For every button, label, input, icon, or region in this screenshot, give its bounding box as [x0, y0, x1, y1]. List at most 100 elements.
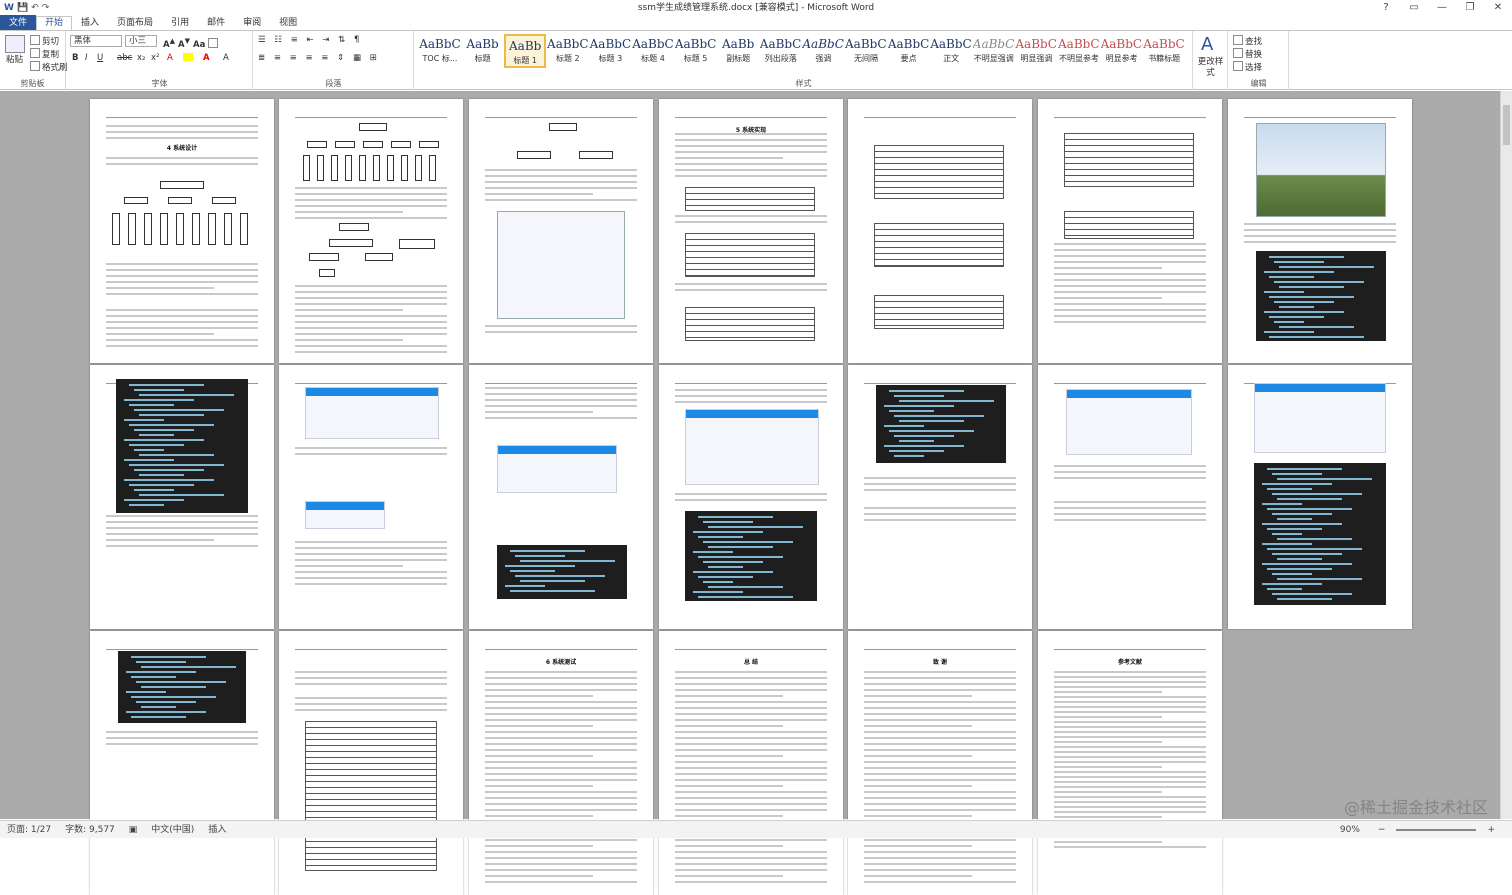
find-button[interactable]: 查找	[1233, 35, 1262, 48]
document-page[interactable]	[1038, 99, 1222, 363]
bold-button[interactable]: B	[72, 53, 78, 64]
text-line	[106, 515, 258, 517]
style-item[interactable]: AaBbCc 不明显参考	[1058, 34, 1100, 68]
document-page[interactable]: 参考文献	[1038, 631, 1222, 895]
proofing-icon[interactable]: ▣	[122, 821, 145, 839]
document-page[interactable]	[279, 365, 463, 629]
help-icon[interactable]: ?	[1372, 0, 1400, 16]
vertical-scrollbar[interactable]	[1500, 91, 1512, 819]
style-item[interactable]: AaBbC 标题 5	[675, 34, 717, 68]
style-item[interactable]: AaBbCc 明显强调	[1015, 34, 1057, 68]
document-page[interactable]	[90, 631, 274, 895]
code-line	[1277, 558, 1322, 560]
save-icon[interactable]: 💾	[17, 0, 28, 16]
change-styles-button[interactable]: 更改样式	[1194, 57, 1227, 79]
document-page[interactable]: 4 系统设计	[90, 99, 274, 363]
style-item[interactable]: AaBbCc 书籍标题	[1143, 34, 1185, 68]
page-header-line	[864, 117, 1016, 118]
zoom-in-button[interactable]: +	[1480, 821, 1502, 839]
document-page[interactable]	[279, 631, 463, 895]
font-color-button[interactable]: A	[203, 53, 210, 64]
text-line	[1244, 223, 1396, 225]
style-item[interactable]: AaBbC TOC 标...	[419, 34, 461, 68]
font-size-select[interactable]: 小三	[125, 35, 157, 47]
tab-view[interactable]: 视图	[270, 16, 306, 30]
zoom-slider[interactable]	[1396, 828, 1477, 831]
font-name-select[interactable]: 黑体	[70, 35, 122, 47]
document-page[interactable]: 致 谢	[848, 631, 1032, 895]
style-item[interactable]: AaBbCcI 不明显强调	[973, 34, 1015, 68]
close-button[interactable]: ✕	[1484, 0, 1512, 16]
document-area[interactable]: 4 系统设计 5 系统实现 6 系统测试 总 结 致 谢 参考文献	[0, 91, 1512, 895]
tab-home[interactable]: 开始	[36, 16, 73, 30]
tab-review[interactable]: 审阅	[234, 16, 270, 30]
style-item[interactable]: AaBb 副标题	[717, 34, 759, 68]
minimize-button[interactable]: —	[1428, 0, 1456, 16]
code-line	[1269, 276, 1314, 278]
style-item[interactable]: AaBbC 标题 3	[589, 34, 632, 68]
redo-icon[interactable]: ↷	[42, 0, 50, 16]
text-line	[864, 767, 1016, 769]
document-page[interactable]	[1228, 365, 1412, 629]
subscript-button[interactable]: x₂	[137, 53, 145, 64]
style-item[interactable]: AaBb 标题 1	[504, 34, 547, 68]
style-item[interactable]: AaBbCcI 正文	[930, 34, 972, 68]
document-page[interactable]	[1038, 365, 1222, 629]
paste-button[interactable]: 粘贴	[6, 55, 23, 66]
page-count[interactable]: 页面: 1/27	[0, 821, 58, 839]
copy-button[interactable]: 复制	[30, 48, 59, 61]
paste-icon[interactable]	[5, 35, 25, 53]
style-item[interactable]: AaBbC 要点	[888, 34, 930, 68]
highlight-button[interactable]	[183, 53, 193, 61]
grow-font-button[interactable]: A▲ A▼ Aa	[163, 35, 220, 51]
document-page[interactable]: 5 系统实现	[659, 99, 843, 363]
insert-mode[interactable]: 插入	[201, 821, 233, 839]
tab-page-layout[interactable]: 页面布局	[108, 16, 162, 30]
document-page[interactable]	[1228, 99, 1412, 363]
document-page[interactable]	[279, 99, 463, 363]
document-page[interactable]	[469, 365, 653, 629]
char-shading-button[interactable]: A	[223, 53, 229, 64]
superscript-button[interactable]: x²	[151, 53, 159, 64]
text-line	[1054, 519, 1206, 521]
style-item[interactable]: AaBbCcI 列出段落	[760, 34, 802, 68]
page-header-line	[675, 649, 827, 650]
style-item[interactable]: AaBbCcI 强调	[802, 34, 844, 68]
zoom-out-button[interactable]: −	[1371, 821, 1393, 839]
restore-button[interactable]: ❐	[1456, 0, 1484, 16]
language[interactable]: 中文(中国)	[144, 821, 201, 839]
select-button[interactable]: 选择	[1233, 61, 1262, 74]
format-painter-button[interactable]: 格式刷	[30, 61, 68, 74]
list-buttons[interactable]: ☰ ☷ ≡ ⇤ ⇥ ⇅ ¶	[258, 35, 362, 46]
style-item[interactable]: AaBbC 标题 4	[632, 34, 674, 68]
document-page[interactable]	[848, 365, 1032, 629]
tab-file[interactable]: 文件	[0, 15, 37, 30]
tab-mailings[interactable]: 邮件	[198, 16, 234, 30]
document-page[interactable]	[659, 365, 843, 629]
underline-button[interactable]: U	[97, 53, 103, 64]
scrollbar-thumb[interactable]	[1503, 105, 1510, 145]
text-effect-button[interactable]: A	[167, 53, 173, 64]
style-item[interactable]: AaBbCc 明显参考	[1101, 34, 1143, 68]
strikethrough-button[interactable]: abc	[117, 53, 132, 64]
clear-format-icon	[208, 37, 219, 48]
undo-icon[interactable]: ↶	[31, 0, 39, 16]
document-page[interactable]	[90, 365, 274, 629]
style-item[interactable]: AaBbC 标题 2	[547, 34, 589, 68]
tab-references[interactable]: 引用	[162, 16, 198, 30]
replace-button[interactable]: 替换	[1233, 48, 1262, 61]
align-buttons[interactable]: ≣ ≡ ≡ ≡ ≡ ⇕ ▦ ⊞	[258, 53, 380, 64]
style-item[interactable]: AaBbCcI 无间隔	[845, 34, 887, 68]
document-page[interactable]	[469, 99, 653, 363]
ribbon-display-icon[interactable]: ▭	[1400, 0, 1428, 16]
style-item[interactable]: AaBb 标题	[462, 34, 504, 68]
document-page[interactable]: 总 结	[659, 631, 843, 895]
document-page[interactable]: 6 系统测试	[469, 631, 653, 895]
tab-insert[interactable]: 插入	[72, 16, 108, 30]
italic-button[interactable]: I	[85, 53, 88, 64]
word-count[interactable]: 字数: 9,577	[58, 821, 122, 839]
zoom-level[interactable]: 90%	[1333, 821, 1367, 839]
document-page[interactable]	[848, 99, 1032, 363]
cut-button[interactable]: 剪切	[30, 35, 59, 48]
text-line	[675, 145, 827, 147]
